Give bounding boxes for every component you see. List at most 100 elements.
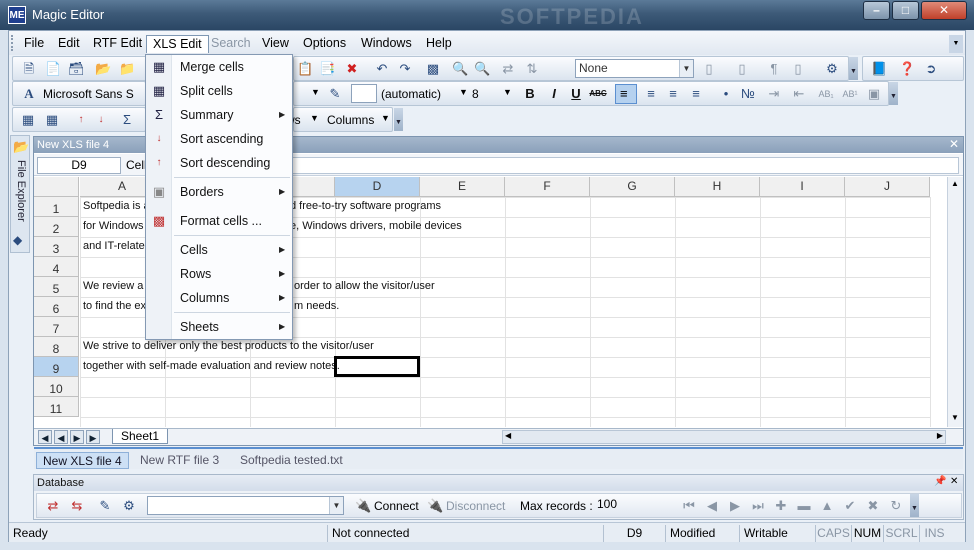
- row-header-7[interactable]: 7: [34, 317, 79, 337]
- exit-icon[interactable]: ➲: [923, 61, 939, 77]
- add-record-icon[interactable]: ✚: [773, 498, 789, 514]
- disconnect-icon[interactable]: 🔌: [427, 498, 443, 514]
- menu-item-format-cells[interactable]: Format cells ...: [180, 211, 262, 231]
- redo-icon[interactable]: ↷: [397, 61, 413, 77]
- rows-dropdown-icon[interactable]: ▼: [310, 113, 319, 123]
- remove-field-icon[interactable]: ⇆: [69, 498, 85, 514]
- find-next-icon[interactable]: 🔍: [474, 61, 490, 77]
- column-header-h[interactable]: H: [675, 177, 760, 197]
- last-record-icon[interactable]: ⏭: [750, 498, 766, 514]
- doc-tab-rtf-file-3[interactable]: New RTF file 3: [134, 452, 225, 469]
- selected-cell-d9[interactable]: [334, 356, 420, 377]
- grid-icon[interactable]: ▦: [44, 112, 60, 128]
- menu-item-sort-descending[interactable]: Sort descending: [180, 153, 270, 173]
- db-toolbar-overflow-icon[interactable]: ▼: [910, 494, 919, 517]
- column-header-e[interactable]: E: [420, 177, 505, 197]
- cell-a6[interactable]: to find the ex: [83, 300, 146, 312]
- cell-reference-field[interactable]: D9: [37, 157, 121, 174]
- font-style-icon[interactable]: A: [21, 86, 37, 102]
- menu-view[interactable]: View: [256, 35, 295, 53]
- properties-icon[interactable]: ⚙: [824, 61, 840, 77]
- cancel-record-icon[interactable]: ✖: [865, 498, 881, 514]
- cell-a8[interactable]: We strive to deliver only the best produ…: [83, 340, 374, 352]
- cell-a9[interactable]: together with self-made evaluation and r…: [83, 360, 340, 372]
- columns-menu-button[interactable]: Columns: [327, 113, 374, 127]
- menu-item-summary[interactable]: Summary: [180, 105, 233, 125]
- scroll-left-icon[interactable]: ◀: [505, 431, 511, 440]
- database-close-icon[interactable]: ✕: [950, 476, 958, 487]
- cell-c2[interactable]: e, Windows drivers, mobile devices: [290, 220, 462, 232]
- align-justify-icon[interactable]: ≡: [688, 86, 704, 102]
- open-recent-icon[interactable]: 📁: [119, 61, 135, 77]
- font-size-dropdown-icon[interactable]: ▼: [503, 87, 512, 97]
- highlight-icon[interactable]: ✎: [327, 86, 343, 102]
- connect-icon[interactable]: 🔌: [355, 498, 371, 514]
- cell-c6[interactable]: m needs.: [294, 300, 339, 312]
- scroll-up-icon[interactable]: ▲: [951, 179, 959, 188]
- menu-windows[interactable]: Windows: [355, 35, 418, 53]
- first-record-icon[interactable]: ⏮: [681, 498, 697, 514]
- open-folder-icon[interactable]: 📂: [95, 61, 111, 77]
- menu-item-sort-ascending[interactable]: Sort ascending: [180, 129, 263, 149]
- menu-rtf-edit[interactable]: RTF Edit: [87, 35, 148, 53]
- column-header-f[interactable]: F: [505, 177, 590, 197]
- db-wizard-icon[interactable]: ⚙: [121, 498, 137, 514]
- style-apply-icon[interactable]: ▯: [701, 61, 717, 77]
- style-manage-icon[interactable]: ▯: [734, 61, 750, 77]
- row-header-1[interactable]: 1: [34, 197, 79, 217]
- bullets-icon[interactable]: •: [718, 86, 734, 102]
- column-header-g[interactable]: G: [590, 177, 675, 197]
- align-center-icon[interactable]: ≡: [643, 86, 659, 102]
- bold-button[interactable]: B: [522, 86, 538, 102]
- table-icon[interactable]: ▦: [20, 112, 36, 128]
- book-icon[interactable]: 📘: [871, 61, 887, 77]
- italic-button[interactable]: I: [546, 86, 562, 102]
- align-right-icon[interactable]: ≡: [665, 86, 681, 102]
- db-combo-chevron-icon[interactable]: ▼: [329, 497, 343, 514]
- cell-a5[interactable]: We review a: [83, 280, 143, 292]
- folder-icon[interactable]: 📂: [13, 139, 29, 155]
- scroll-right-icon[interactable]: ▶: [937, 431, 943, 440]
- menu-xls-edit[interactable]: XLS Edit: [146, 35, 209, 53]
- new-document-icon[interactable]: 📄: [45, 61, 61, 77]
- row-header-11[interactable]: 11: [34, 397, 79, 417]
- row-header-9[interactable]: 9: [34, 357, 79, 377]
- doc-tab-xls-file-4[interactable]: New XLS file 4: [36, 452, 129, 469]
- row-header-6[interactable]: 6: [34, 297, 79, 317]
- post-record-icon[interactable]: ✔: [842, 498, 858, 514]
- row-header-4[interactable]: 4: [34, 257, 79, 277]
- find-icon[interactable]: 🔍: [452, 61, 468, 77]
- menu-search[interactable]: Search: [205, 35, 257, 53]
- undo-icon[interactable]: ↶: [374, 61, 390, 77]
- paste-icon[interactable]: 📋: [297, 61, 313, 77]
- grid-corner[interactable]: [34, 177, 79, 197]
- row-header-5[interactable]: 5: [34, 277, 79, 297]
- font-size-combo[interactable]: 8: [472, 87, 479, 101]
- horizontal-scrollbar[interactable]: ◀ ▶: [502, 430, 946, 444]
- cell-a2[interactable]: for Windows: [83, 220, 144, 232]
- menu-item-split-cells[interactable]: Split cells: [180, 81, 233, 101]
- prev-sheet-icon[interactable]: ◀: [54, 430, 68, 444]
- page-setup-icon[interactable]: ▯: [790, 61, 806, 77]
- row-header-8[interactable]: 8: [34, 337, 79, 357]
- maximize-button[interactable]: □: [892, 1, 919, 20]
- refresh-icon[interactable]: ↻: [888, 498, 904, 514]
- menu-edit[interactable]: Edit: [52, 35, 86, 53]
- column-header-d[interactable]: D: [335, 177, 420, 197]
- next-sheet-icon[interactable]: ▶: [70, 430, 84, 444]
- menu-item-merge-cells[interactable]: Merge cells: [180, 57, 244, 77]
- max-records-input[interactable]: 100: [593, 496, 667, 515]
- pin-icon[interactable]: 📌: [934, 476, 946, 487]
- edit-record-icon[interactable]: ▲: [819, 498, 835, 514]
- menubar-overflow-icon[interactable]: ▼: [949, 35, 963, 53]
- minimize-button[interactable]: –: [863, 1, 890, 20]
- tag-icon[interactable]: ◆: [13, 233, 22, 247]
- new-file-icon[interactable]: 🗎: [21, 61, 37, 77]
- prev-record-icon[interactable]: ◀: [704, 498, 720, 514]
- menu-options[interactable]: Options: [297, 35, 352, 53]
- next-record-icon[interactable]: ▶: [727, 498, 743, 514]
- menu-item-columns[interactable]: Columns: [180, 288, 229, 308]
- last-sheet-icon[interactable]: ▶: [86, 430, 100, 444]
- xls-overflow-icon[interactable]: ▼: [394, 108, 403, 131]
- font-color-combo[interactable]: (automatic): [381, 87, 441, 101]
